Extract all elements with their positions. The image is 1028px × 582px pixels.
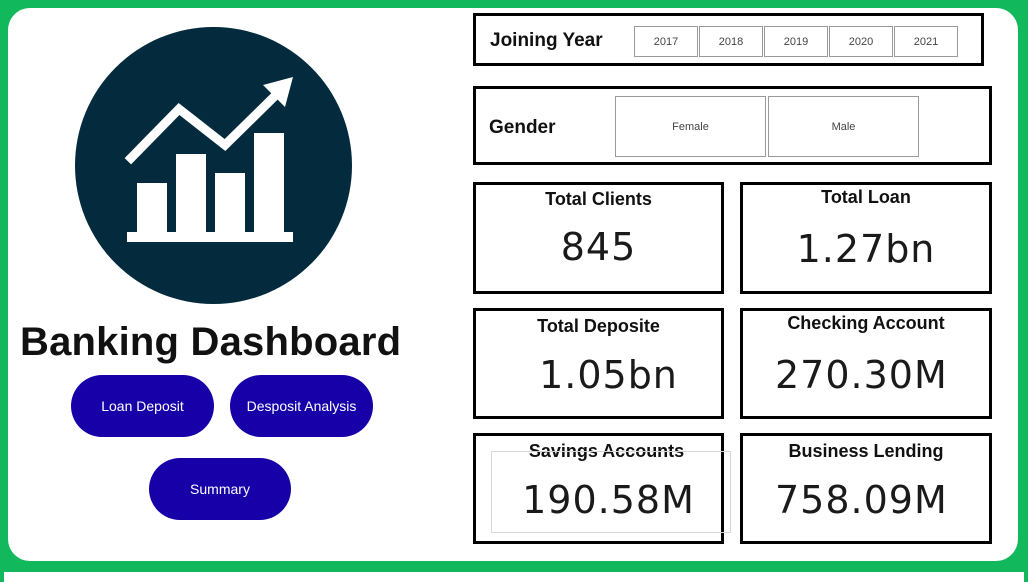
logo [75, 27, 352, 304]
year-option-2017[interactable]: 2017 [634, 26, 698, 57]
deposit-analysis-button[interactable]: Desposit Analysis [230, 375, 373, 437]
year-option-2020[interactable]: 2020 [829, 26, 893, 57]
total-clients-value: 845 [560, 225, 637, 269]
overlay-outline [491, 451, 731, 533]
total-deposite-label: Total Deposite [537, 316, 660, 336]
year-option-2019[interactable]: 2019 [764, 26, 828, 57]
year-option-2021[interactable]: 2021 [894, 26, 958, 57]
gender-option-female[interactable]: Female [615, 96, 766, 157]
gender-label: Gender [489, 117, 556, 138]
gender-slicer: Gender Female Male [473, 86, 992, 165]
total-loan-value: 1.27bn [796, 227, 936, 271]
total-loan-label: Total Loan [821, 187, 911, 207]
business-lending-card: Business Lending 758.09M [740, 433, 992, 544]
page-title: Banking Dashboard [20, 320, 402, 364]
bottom-strip [4, 572, 1024, 582]
total-deposite-card: Total Deposite 1.05bn [473, 308, 724, 419]
checking-account-card: Checking Account 270.30M [740, 308, 992, 419]
joining-year-slicer: Joining Year 2017 2018 2019 2020 2021 [473, 13, 984, 66]
joining-year-label: Joining Year [490, 30, 603, 51]
total-loan-card: Total Loan 1.27bn [740, 182, 992, 294]
business-lending-label: Business Lending [788, 441, 944, 461]
gender-option-male[interactable]: Male [768, 96, 919, 157]
bar-chart-trend-up-icon [124, 77, 293, 242]
checking-account-value: 270.30M [775, 353, 948, 397]
total-clients-card: Total Clients 845 [473, 182, 724, 294]
year-option-2018[interactable]: 2018 [699, 26, 763, 57]
summary-button[interactable]: Summary [149, 458, 291, 520]
loan-deposit-button[interactable]: Loan Deposit [71, 375, 214, 437]
total-deposite-value: 1.05bn [539, 353, 678, 397]
checking-account-label: Checking Account [787, 313, 945, 333]
business-lending-value: 758.09M [775, 478, 948, 522]
total-clients-label: Total Clients [545, 189, 652, 209]
